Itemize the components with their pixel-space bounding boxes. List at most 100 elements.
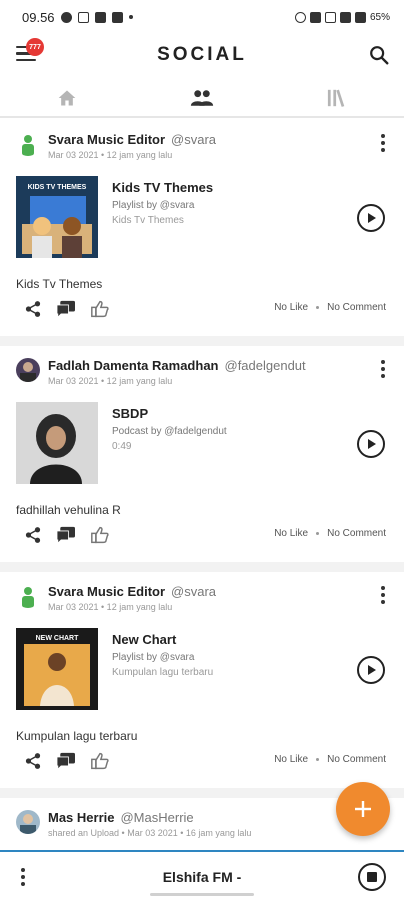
media-thumbnail[interactable] <box>16 402 98 484</box>
post-caption: Kids Tv Themes <box>16 277 103 291</box>
app-notification-icon <box>60 11 72 23</box>
post-author[interactable]: Mas Herrie @MasHerrie <box>48 810 194 825</box>
post-meta: shared an Upload • Mar 03 2021 • 16 jam … <box>48 828 252 838</box>
post-meta: Mar 03 2021 • 12 jam yang lalu <box>48 150 173 160</box>
data-speed-icon <box>309 11 321 23</box>
post-stats: No Like No Comment <box>274 754 386 765</box>
media-subtitle: Playlist by @svara <box>112 200 195 211</box>
media-description: Kumpulan lagu terbaru <box>112 667 214 678</box>
post-caption: Kumpulan lagu terbaru <box>16 729 138 743</box>
search-icon[interactable] <box>368 44 390 66</box>
author-handle[interactable]: @svara <box>171 132 216 147</box>
play-button[interactable] <box>357 204 385 232</box>
home-icon <box>58 90 76 106</box>
stop-button[interactable] <box>358 863 386 891</box>
play-icon <box>368 439 376 449</box>
author-handle[interactable]: @fadelgendut <box>225 358 306 373</box>
post-author[interactable]: Fadlah Damenta Ramadhan @fadelgendut <box>48 358 306 373</box>
post-stats: No Like No Comment <box>274 302 386 313</box>
author-handle[interactable]: @MasHerrie <box>120 810 193 825</box>
media-subtitle: Podcast by @fadelgendut <box>112 426 227 437</box>
signal-icon <box>354 11 366 23</box>
status-time: 09.56 <box>22 9 55 25</box>
tab-library[interactable] <box>269 80 404 116</box>
wifi-icon <box>324 11 336 23</box>
comment-count[interactable]: No Comment <box>327 754 386 765</box>
alarm-icon <box>294 11 306 23</box>
media-title[interactable]: SBDP <box>112 406 148 421</box>
media-subtitle: Playlist by @svara <box>112 652 195 663</box>
post-actions <box>24 299 110 319</box>
feed-post: Svara Music Editor @svara Mar 03 2021 • 1… <box>0 120 404 336</box>
like-count[interactable]: No Like <box>274 754 308 765</box>
post-header: Fadlah Damenta Ramadhan @fadelgendut Mar … <box>16 346 396 388</box>
like-count[interactable]: No Like <box>274 528 308 539</box>
people-icon <box>190 90 214 106</box>
lock-icon <box>111 11 123 23</box>
tab-bar <box>0 80 404 118</box>
tab-social[interactable] <box>135 80 270 116</box>
media-title[interactable]: New Chart <box>112 632 176 647</box>
comment-icon[interactable] <box>56 526 76 544</box>
feed-post: Svara Music Editor @svara Mar 03 2021 • 1… <box>0 572 404 788</box>
post-caption: fadhillah vehulina R <box>16 503 121 517</box>
create-post-button[interactable] <box>336 782 390 836</box>
like-count[interactable]: No Like <box>274 302 308 313</box>
post-meta: Mar 03 2021 • 12 jam yang lalu <box>48 376 173 386</box>
mini-player[interactable]: Elshifa FM - <box>0 850 404 900</box>
more-notifications-icon <box>128 15 133 19</box>
media-thumbnail[interactable]: KIDS TV THEMES <box>16 176 98 258</box>
share-icon[interactable] <box>24 752 42 770</box>
now-playing-title[interactable]: Elshifa FM - <box>0 869 404 885</box>
comment-icon[interactable] <box>56 300 76 318</box>
avatar[interactable] <box>16 132 40 156</box>
post-divider <box>0 562 404 572</box>
media-thumbnail[interactable]: NEW CHART <box>16 628 98 710</box>
post-divider <box>0 336 404 346</box>
comment-icon[interactable] <box>56 752 76 770</box>
more-options-icon[interactable] <box>380 586 386 604</box>
play-button[interactable] <box>357 656 385 684</box>
like-icon[interactable] <box>90 752 110 770</box>
like-icon[interactable] <box>90 526 110 544</box>
plus-icon <box>355 801 371 817</box>
app-notification-icon <box>77 11 89 23</box>
thumbnail-label: KIDS TV THEMES <box>28 184 87 191</box>
author-handle[interactable]: @svara <box>171 584 216 599</box>
media-description: Kids Tv Themes <box>112 215 184 226</box>
telegram-icon <box>94 11 106 23</box>
page-title: SOCIAL <box>157 44 247 65</box>
status-bar: 09.56 65% <box>0 0 404 34</box>
media-title[interactable]: Kids TV Themes <box>112 180 213 195</box>
avatar[interactable] <box>16 584 40 608</box>
share-icon[interactable] <box>24 526 42 544</box>
more-options-icon[interactable] <box>380 360 386 378</box>
tab-home[interactable] <box>0 80 135 116</box>
share-icon[interactable] <box>24 300 42 318</box>
post-meta: Mar 03 2021 • 12 jam yang lalu <box>48 602 173 612</box>
stop-icon <box>367 872 377 882</box>
post-actions <box>24 525 110 545</box>
more-options-icon[interactable] <box>380 134 386 152</box>
play-button[interactable] <box>357 430 385 458</box>
post-header: Svara Music Editor @svara Mar 03 2021 • 1… <box>16 572 396 614</box>
thumbnail-label: NEW CHART <box>36 635 79 642</box>
play-icon <box>368 665 376 675</box>
media-duration: 0:49 <box>112 441 132 452</box>
app-bar: 777 SOCIAL <box>0 34 404 78</box>
signal-icon <box>339 11 351 23</box>
post-stats: No Like No Comment <box>274 528 386 539</box>
avatar[interactable] <box>16 358 40 382</box>
post-author[interactable]: Svara Music Editor @svara <box>48 584 216 599</box>
post-header: Svara Music Editor @svara Mar 03 2021 • 1… <box>16 120 396 162</box>
home-indicator <box>150 893 254 896</box>
comment-count[interactable]: No Comment <box>327 302 386 313</box>
play-icon <box>368 213 376 223</box>
comment-count[interactable]: No Comment <box>327 528 386 539</box>
library-icon <box>327 89 344 107</box>
like-icon[interactable] <box>90 300 110 318</box>
battery-level: 65% <box>369 11 390 23</box>
post-actions <box>24 751 110 771</box>
avatar[interactable] <box>16 810 40 834</box>
post-author[interactable]: Svara Music Editor @svara <box>48 132 216 147</box>
